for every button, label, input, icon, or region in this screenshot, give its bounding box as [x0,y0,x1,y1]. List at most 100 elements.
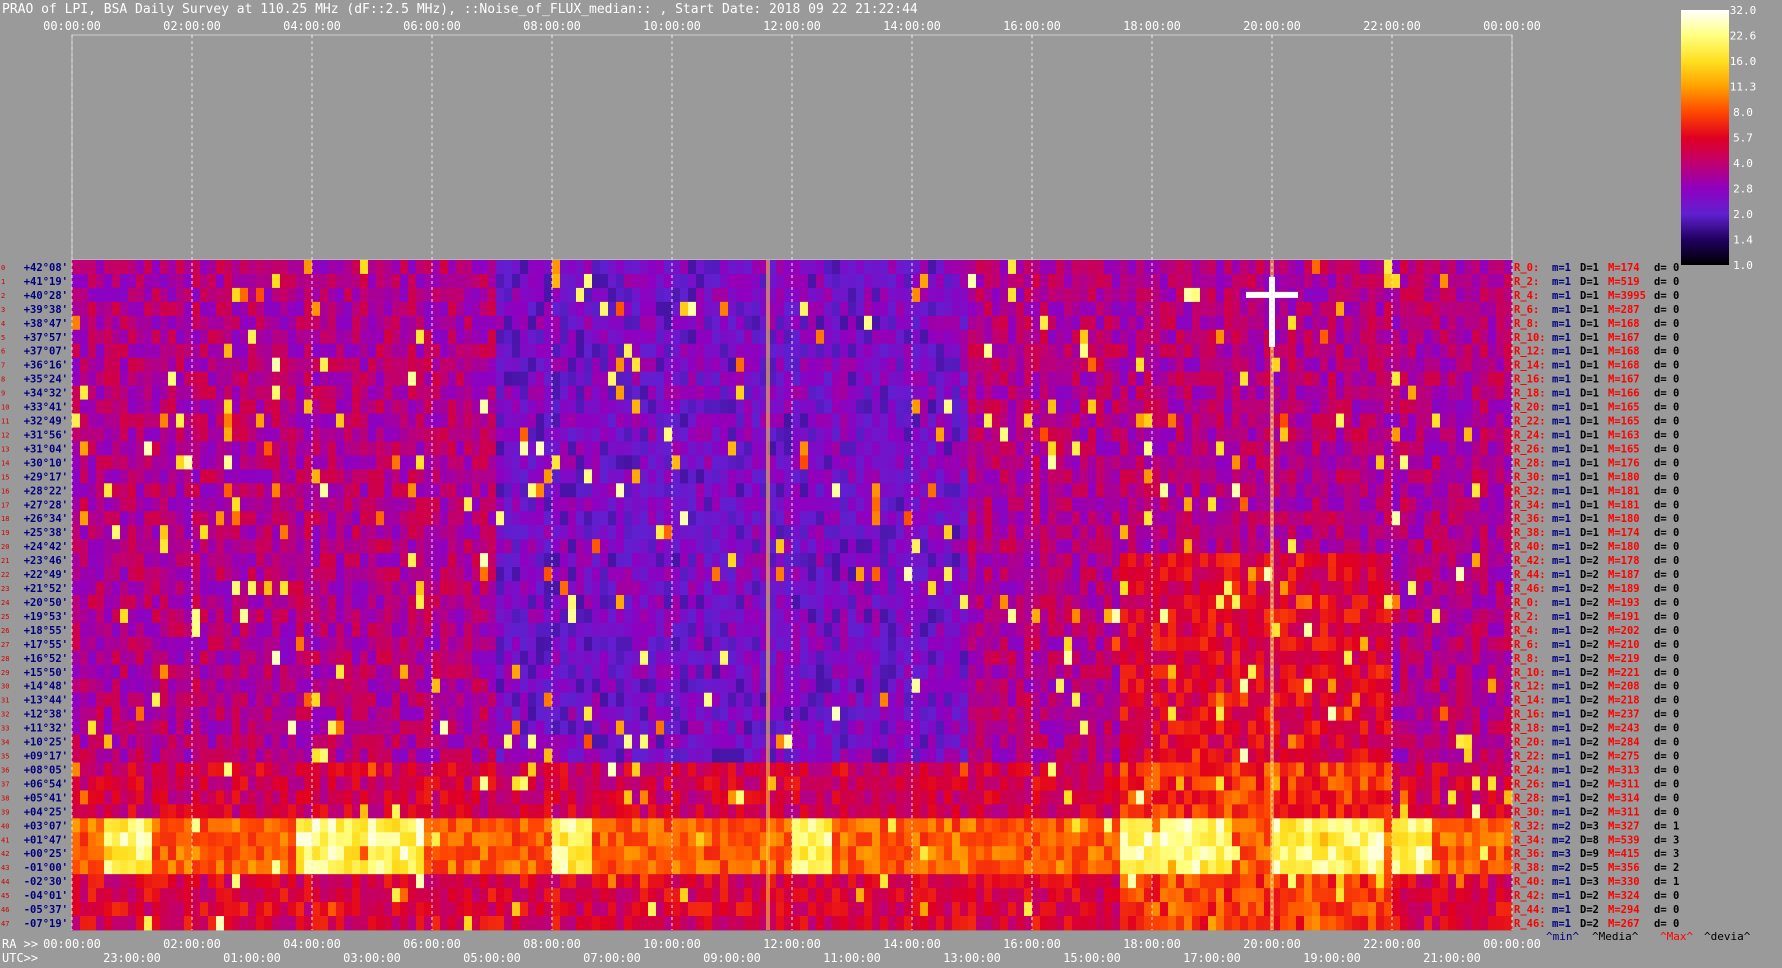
heatmap-cell [1016,483,1025,498]
heatmap-cell [752,441,761,456]
heatmap-cell [928,511,937,526]
heatmap-cell [136,385,145,400]
heatmap-cell [1240,525,1249,540]
heatmap-cell [1088,427,1097,442]
heatmap-cell [808,413,817,428]
heatmap-cell [608,567,617,582]
heatmap-cell [320,315,329,331]
heatmap-cell [1424,427,1433,442]
heatmap-cell [1352,385,1361,400]
heatmap-cell [1488,497,1497,512]
heatmap-cell [416,301,425,317]
heatmap-cell [624,581,633,596]
heatmap-cell [1392,595,1401,610]
heatmap-cell [1456,399,1465,414]
heatmap-cell [80,469,89,484]
heatmap-cell [512,287,521,303]
heatmap-cell [816,260,825,275]
heatmap-cell [176,357,185,373]
heatmap-cell [400,497,409,512]
heatmap-cell [384,315,393,331]
heatmap-cell [184,441,193,456]
heatmap-cell [1240,315,1249,331]
heatmap-cell [296,287,305,303]
heatmap-cell [664,567,673,582]
heatmap-cell [888,608,897,624]
heatmap-cell [448,413,457,428]
heatmap-cell [320,399,329,414]
heatmap-cell [208,511,217,526]
heatmap-cell [920,539,929,554]
heatmap-cell [104,413,113,428]
heatmap-cell [728,525,737,540]
heatmap-cell [1416,622,1425,638]
heatmap-cell [1416,483,1425,498]
heatmap-cell [296,441,305,456]
heatmap-cell [200,595,209,610]
heatmap-cell [584,553,593,568]
heatmap-cell [1096,622,1105,638]
heatmap-cell [688,273,697,289]
heatmap-cell [1416,357,1425,373]
heatmap-cell [1200,385,1209,400]
heatmap-cell [352,385,361,400]
heatmap-cell [312,371,321,387]
heatmap-cell [1160,497,1169,512]
heatmap-cell [1456,413,1465,428]
heatmap-cell [1248,260,1257,275]
heatmap-cell [944,357,953,373]
heatmap-cell [240,413,249,428]
heatmap-cell [752,413,761,428]
heatmap-cell [1472,608,1481,624]
heatmap-cell [1328,581,1337,596]
heatmap-cell [1456,608,1465,624]
heatmap-cell [1336,427,1345,442]
heatmap-cell [872,539,881,554]
heatmap-cell [224,343,233,359]
heatmap-cell [1232,608,1241,624]
heatmap-cell [600,329,609,345]
heatmap-cell [1144,455,1153,470]
heatmap-cell [1120,329,1129,345]
heatmap-cell [1336,608,1345,624]
heatmap-cell [896,636,905,652]
heatmap-cell [464,525,473,540]
heatmap-cell [784,539,793,554]
heatmap-cell [496,553,505,568]
heatmap-cell [344,622,353,638]
heatmap-cell [1224,581,1233,596]
heatmap-cell [1424,595,1433,610]
heatmap-cell [856,511,865,526]
heatmap-cell [928,469,937,484]
heatmap-cell [176,315,185,331]
heatmap-cell [1408,455,1417,470]
heatmap-cell [1336,260,1345,275]
heatmap-cell [904,273,913,289]
heatmap-cell [992,287,1001,303]
heatmap-cell [1296,413,1305,428]
heatmap-cell [968,399,977,414]
heatmap-cell [192,315,201,331]
heatmap-cell [304,455,313,470]
heatmap-cell [224,301,233,317]
heatmap-cell [192,511,201,526]
heatmap-cell [80,287,89,303]
heatmap-cell [264,315,273,331]
heatmap-cell [1392,455,1401,470]
heatmap-cell [272,469,281,484]
heatmap-cell [1344,497,1353,512]
heatmap-cell [672,371,681,387]
heatmap-cell [480,553,489,568]
heatmap-cell [280,511,289,526]
heatmap-cell [240,273,249,289]
heatmap-cell [944,497,953,512]
heatmap-cell [1304,553,1313,568]
heatmap-cell [144,636,153,652]
heatmap-cell [1320,301,1329,317]
heatmap-cell [200,441,209,456]
heatmap-cell [728,273,737,289]
heatmap-cell [944,511,953,526]
heatmap-cell [1200,273,1209,289]
heatmap-cell [720,469,729,484]
heatmap-cell [896,427,905,442]
